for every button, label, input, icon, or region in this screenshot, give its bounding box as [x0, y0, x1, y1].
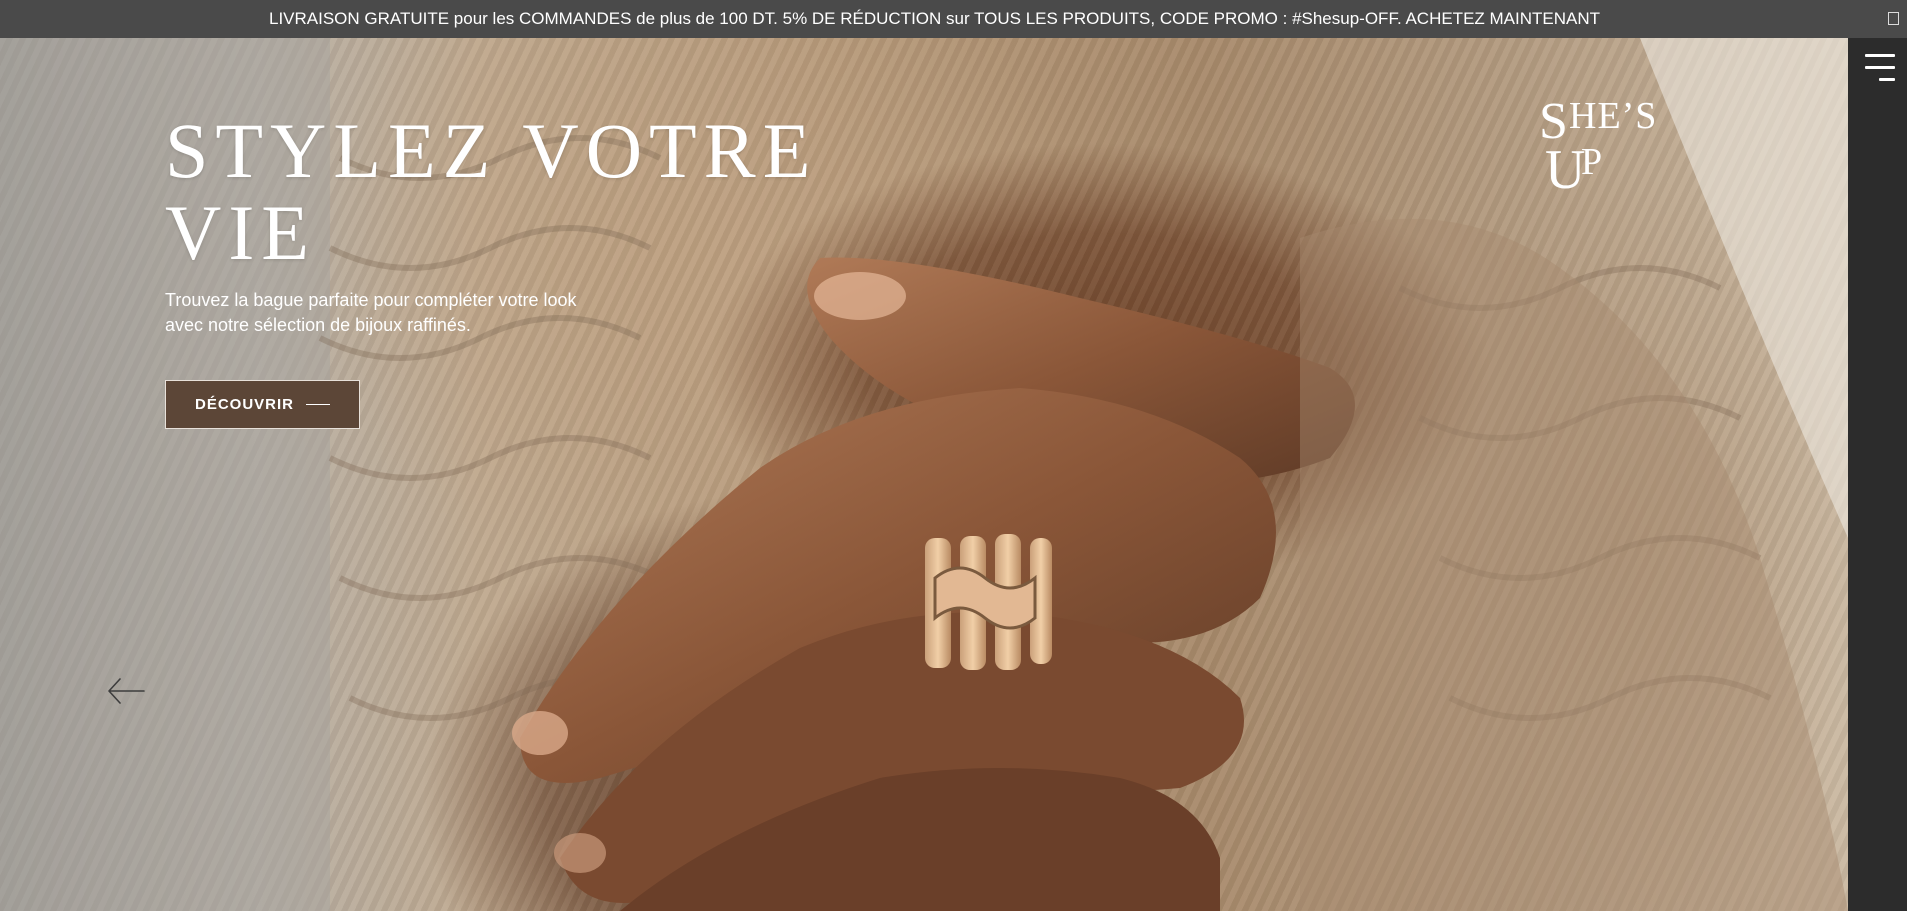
- discover-button-label: DÉCOUVRIR: [194, 396, 294, 413]
- page: LIVRAISON GRATUITE pour les COMMANDES de…: [0, 0, 1907, 911]
- logo-letter-u: U: [1545, 139, 1585, 194]
- arrow-left-icon[interactable]: [106, 674, 146, 708]
- logo-text-hes: HE’S: [1569, 95, 1657, 137]
- fingernail: [814, 272, 906, 320]
- announcement-text[interactable]: LIVRAISON GRATUITE pour les COMMANDES de…: [269, 0, 1600, 38]
- fingernail: [512, 711, 568, 755]
- hero-subtitle: Trouvez la bague parfaite pour compléter…: [165, 288, 625, 338]
- side-strip: [1848, 38, 1907, 911]
- fingernail: [554, 833, 606, 873]
- hero-banner: S HE’S U P STYLEZ VOTRE VIE Trouvez la b…: [0, 38, 1848, 911]
- close-icon[interactable]: [1888, 12, 1899, 25]
- logo-letter-p: P: [1581, 141, 1602, 183]
- hero-title: STYLEZ VOTRE VIE: [165, 107, 818, 276]
- hero-subtitle-line2: avec notre sélection de bijoux raffinés.: [165, 315, 471, 335]
- discover-button[interactable]: DÉCOUVRIR: [165, 380, 360, 429]
- hero-subtitle-line1: Trouvez la bague parfaite pour compléter…: [165, 290, 577, 310]
- hamburger-icon[interactable]: [1863, 52, 1895, 82]
- dash-icon: [306, 404, 330, 405]
- brand-logo[interactable]: S HE’S U P: [1535, 90, 1665, 194]
- announcement-bar: LIVRAISON GRATUITE pour les COMMANDES de…: [0, 0, 1907, 38]
